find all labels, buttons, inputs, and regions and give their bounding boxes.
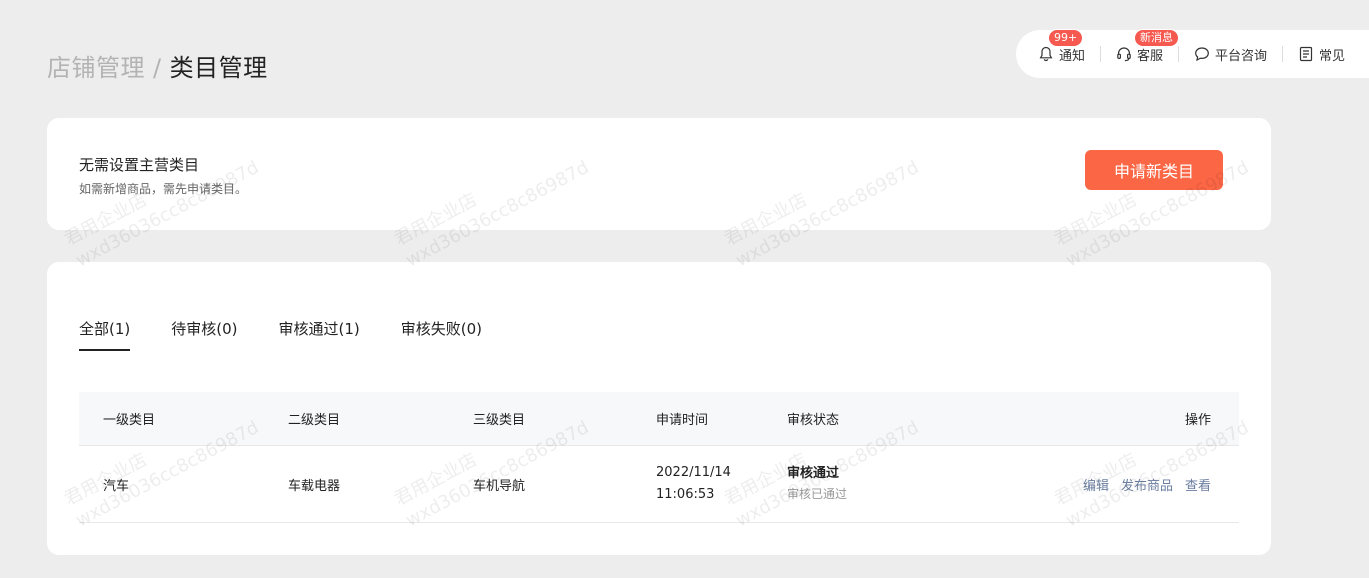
toolbar-divider	[1282, 46, 1284, 62]
cell-review-status: 审核通过 审核已通过	[787, 464, 847, 504]
apply-new-category-button[interactable]: 申请新类目	[1085, 150, 1223, 190]
category-info-card: 无需设置主营类目 如需新增商品，需先申请类目。 申请新类目	[47, 118, 1271, 230]
cell-level3: 车机导航	[473, 478, 526, 494]
top-toolbar: 通知 99+ 客服 新消息 平台咨询 常见	[1016, 29, 1369, 78]
tab-all[interactable]: 全部(1)	[79, 318, 131, 351]
toolbar-divider	[1178, 46, 1180, 62]
cell-apply-time: 2022/11/14 11:06:53	[656, 462, 731, 506]
cell-actions: 编辑 发布商品 查看	[1039, 475, 1239, 494]
category-table: 一级类目 二级类目 三级类目 申请时间 审核状态 操作 汽车 车载电器 车机导航…	[79, 392, 1239, 523]
category-status-subtitle: 如需新增商品，需先申请类目。	[79, 182, 248, 196]
header-actions: 操作	[1184, 413, 1211, 428]
toolbar-divider	[1100, 46, 1102, 62]
table-row: 汽车 车载电器 车机导航 2022/11/14 11:06:53 审核通过 审核…	[79, 446, 1239, 523]
edit-link[interactable]: 编辑	[1083, 475, 1109, 494]
document-icon	[1298, 46, 1314, 62]
notice-button[interactable]: 通知 99+	[1038, 29, 1086, 64]
tab-pending[interactable]: 待审核(0)	[171, 318, 237, 351]
header-level1: 一级类目	[103, 413, 156, 428]
status-subtext: 审核已通过	[787, 487, 848, 501]
headset-icon	[1116, 46, 1132, 62]
customer-service-button[interactable]: 客服 新消息	[1116, 29, 1180, 64]
breadcrumb: 店铺管理 / 类目管理	[47, 52, 268, 84]
platform-consult-label: 平台咨询	[1215, 48, 1268, 64]
breadcrumb-separator: /	[153, 54, 162, 82]
header-level2: 二级类目	[288, 413, 341, 428]
status-text: 审核通过	[787, 466, 840, 481]
category-list-card: 全部(1) 待审核(0) 审核通过(1) 审核失败(0) 一级类目 二级类目 三…	[47, 262, 1271, 555]
chat-bubble-icon	[1194, 46, 1210, 62]
cell-level1: 汽车	[103, 478, 130, 494]
notice-count-badge: 99+	[1048, 29, 1084, 47]
table-header: 一级类目 二级类目 三级类目 申请时间 审核状态 操作	[79, 392, 1239, 446]
header-apply-time: 申请时间	[656, 413, 709, 428]
faq-button[interactable]: 常见	[1298, 44, 1345, 64]
breadcrumb-parent[interactable]: 店铺管理	[47, 54, 145, 82]
bell-icon	[1038, 46, 1054, 62]
status-tabs: 全部(1) 待审核(0) 审核通过(1) 审核失败(0)	[79, 318, 523, 351]
header-level3: 三级类目	[473, 413, 526, 428]
notice-label: 通知	[1059, 48, 1086, 64]
tab-approved[interactable]: 审核通过(1)	[279, 318, 360, 351]
publish-product-link[interactable]: 发布商品	[1121, 475, 1173, 494]
faq-label: 常见	[1319, 48, 1346, 64]
platform-consult-button[interactable]: 平台咨询	[1194, 44, 1267, 64]
cell-level2: 车载电器	[288, 478, 341, 494]
header-review-status: 审核状态	[787, 413, 840, 428]
tab-rejected[interactable]: 审核失败(0)	[401, 318, 482, 351]
cell-apply-date: 2022/11/14	[656, 465, 731, 480]
page-title: 类目管理	[169, 54, 268, 82]
customer-service-label: 客服	[1137, 48, 1164, 64]
cell-apply-clock: 11:06:53	[656, 487, 715, 502]
view-link[interactable]: 查看	[1185, 475, 1211, 494]
category-status-title: 无需设置主营类目	[79, 156, 200, 174]
new-message-badge: 新消息	[1134, 29, 1180, 47]
